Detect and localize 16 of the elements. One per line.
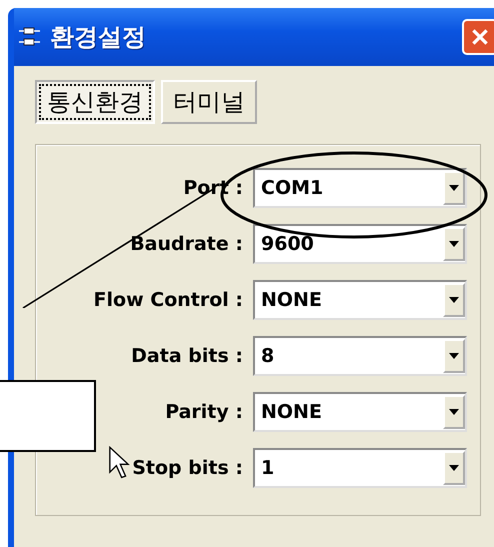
field-label: Data bits : — [131, 345, 243, 367]
field-label: Baudrate : — [130, 233, 243, 255]
tab[interactable]: 통신환경 — [35, 80, 155, 124]
tab[interactable]: 터미널 — [161, 80, 257, 124]
dropdown-field[interactable]: COM1 — [253, 168, 467, 208]
window-title: 환경설정 — [50, 22, 146, 53]
dropdown-field[interactable]: 8 — [253, 336, 467, 376]
field-label: Parity : — [165, 401, 243, 423]
field-label: Flow Control : — [94, 289, 243, 311]
field-label: Stop bits : — [132, 457, 243, 479]
close-button[interactable] — [462, 19, 494, 55]
dropdown-field[interactable]: NONE — [253, 392, 467, 432]
dropdown-field[interactable]: 1 — [253, 448, 467, 488]
mouse-pointer-icon — [108, 446, 130, 480]
dropdown-field[interactable]: NONE — [253, 280, 467, 320]
dropdown-field[interactable]: 9600 — [253, 224, 467, 264]
